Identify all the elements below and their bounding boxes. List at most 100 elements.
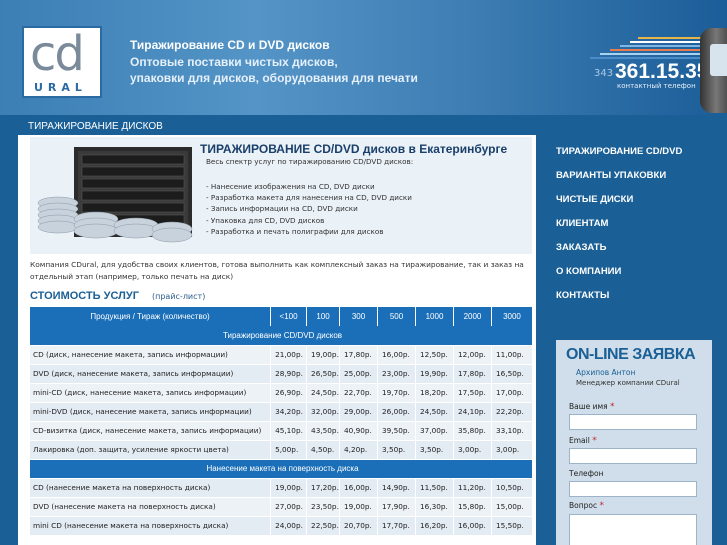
column-header: 3000 (491, 307, 534, 326)
price-cell: 16,50р. (491, 364, 534, 384)
price-cell: 22,50р. (306, 516, 341, 536)
price-cell: 20,70р. (339, 516, 379, 536)
table-row: DVD (нанесение макета на поверхность дис… (30, 497, 534, 517)
price-cell: 11,20р. (453, 478, 492, 498)
price-cell: 17,20р. (306, 478, 341, 498)
column-header: 1000 (415, 307, 454, 326)
table-header-row: Продукция / Тираж (количество) <100 100 … (30, 307, 534, 326)
nav-item-order[interactable]: ЗАКАЗАТЬ (556, 242, 682, 266)
price-cell: 23,00р. (377, 364, 416, 384)
price-cell: 22,70р. (339, 383, 379, 403)
price-cell: 21,00р. (270, 345, 308, 365)
price-cell: 19,00р. (270, 478, 308, 498)
price-cell: 11,50р. (415, 478, 454, 498)
price-cell: 39,50р. (377, 421, 416, 441)
price-cell: 16,20р. (415, 516, 454, 536)
phone-field[interactable] (569, 481, 697, 497)
name-field[interactable] (569, 414, 697, 430)
nav-item-replication[interactable]: ТИРАЖИРОВАНИЕ CD/DVD (556, 146, 682, 170)
price-cell: 43,50р. (306, 421, 341, 441)
price-cell: 33,10р. (491, 421, 534, 441)
dvd-duplicator-image (37, 147, 193, 243)
price-cell: 24,00р. (270, 516, 308, 536)
price-cell: 45,10р. (270, 421, 308, 441)
table-row: CD (нанесение макета на поверхность диск… (30, 478, 534, 498)
product-cell: CD (диск, нанесение макета, запись инфор… (30, 345, 272, 365)
price-cell: 27,00р. (270, 497, 308, 517)
table-row: CD-визитка (диск, нанесение макета, запи… (30, 421, 534, 441)
nav-item-blank-discs[interactable]: ЧИСТЫЕ ДИСКИ (556, 194, 682, 218)
price-cell: 24,50р. (306, 383, 341, 403)
question-label: Вопрос * (569, 501, 605, 511)
phone-label: контактный телефон (617, 82, 696, 90)
phone-label: Телефон (569, 469, 604, 478)
logo-cd-text: cd (30, 26, 85, 82)
price-cell: 29,00р. (339, 402, 379, 422)
header-slogan-3: упаковки для дисков, оборудования для пе… (130, 71, 418, 85)
manager-role: Менеджер компании CDural (576, 379, 680, 387)
intro-box: ТИРАЖИРОВАНИЕ CD/DVD дисков в Екатеринбу… (30, 137, 532, 254)
price-cell: 40,90р. (339, 421, 379, 441)
table-group-row: Тиражирование CD/DVD дисков (30, 326, 533, 346)
phone-code: 343 (594, 68, 614, 79)
nav-item-clients[interactable]: КЛИЕНТАМ (556, 218, 682, 242)
price-cell: 19,00р. (339, 497, 379, 517)
logo-ural-text: URAL (34, 81, 87, 94)
email-field[interactable] (569, 448, 697, 464)
price-cell: 12,00р. (453, 345, 492, 365)
column-header: 500 (377, 307, 416, 326)
price-list-link[interactable]: (прайс-лист) (152, 292, 205, 301)
price-cell: 16,00р. (377, 345, 416, 365)
table-group-row: Нанесение макета на поверхность диска (30, 459, 533, 479)
list-item: - Разработка макета для нанесения на CD,… (206, 193, 412, 203)
nav-item-about[interactable]: О КОМПАНИИ (556, 266, 682, 290)
price-cell: 17,80р. (453, 364, 492, 384)
price-cell: 5,00р. (270, 440, 308, 460)
price-cell: 17,90р. (377, 497, 416, 517)
price-title: СТОИМОСТЬ УСЛУГ (30, 290, 139, 302)
column-header: 300 (339, 307, 379, 326)
column-header: <100 (270, 307, 308, 326)
price-cell: 19,70р. (377, 383, 416, 403)
price-cell: 3,00р. (491, 440, 534, 460)
table-row: mini-DVD (диск, нанесение макета, запись… (30, 402, 534, 422)
product-cell: CD (нанесение макета на поверхность диск… (30, 478, 272, 498)
product-cell: DVD (нанесение макета на поверхность дис… (30, 497, 272, 517)
price-cell: 17,80р. (339, 345, 379, 365)
main-content: ТИРАЖИРОВАНИЕ CD/DVD дисков в Екатеринбу… (18, 135, 536, 545)
group-title: Тиражирование CD/DVD дисков (30, 326, 533, 346)
logo[interactable]: cd URAL (22, 26, 102, 98)
price-cell: 3,00р. (453, 440, 492, 460)
price-cell: 17,50р. (453, 383, 492, 403)
price-cell: 14,90р. (377, 478, 416, 498)
list-item: - Упаковка для CD, DVD дисков (206, 215, 325, 225)
price-cell: 18,20р. (415, 383, 454, 403)
price-cell: 15,80р. (453, 497, 492, 517)
list-item: - Разработка и печать полиграфии для дис… (206, 226, 384, 236)
price-cell: 35,80р. (453, 421, 492, 441)
order-form-title: ON-LINE ЗАЯВКА (566, 346, 696, 363)
manager-name[interactable]: Архипов Антон (576, 368, 635, 377)
price-cell: 19,00р. (306, 345, 341, 365)
list-item: - Запись информации на CD, DVD диски (206, 204, 358, 214)
price-cell: 37,00р. (415, 421, 454, 441)
price-cell: 28,90р. (270, 364, 308, 384)
email-label: Email * (569, 436, 597, 446)
price-cell: 26,00р. (377, 402, 416, 422)
mobile-phone-icon (700, 28, 727, 113)
table-row: DVD (диск, нанесение макета, запись инфо… (30, 364, 534, 384)
price-cell: 25,00р. (339, 364, 379, 384)
price-cell: 15,00р. (491, 497, 534, 517)
column-header: Продукция / Тираж (количество) (30, 307, 272, 326)
nav-item-packaging[interactable]: ВАРИАНТЫ УПАКОВКИ (556, 170, 682, 194)
nav-item-contacts[interactable]: КОНТАКТЫ (556, 290, 682, 314)
question-field[interactable] (569, 514, 697, 545)
services-list: - Нанесение изображения на CD, DVD диски… (206, 181, 412, 237)
price-cell: 10,50р. (491, 478, 534, 498)
price-cell: 32,00р. (306, 402, 341, 422)
table-row: Лакировка (доп. защита, усиление яркости… (30, 440, 534, 460)
price-cell: 22,20р. (491, 402, 534, 422)
price-cell: 24,50р. (415, 402, 454, 422)
company-description: Компания CDural, для удобства своих клие… (30, 260, 524, 281)
column-header: 100 (306, 307, 341, 326)
